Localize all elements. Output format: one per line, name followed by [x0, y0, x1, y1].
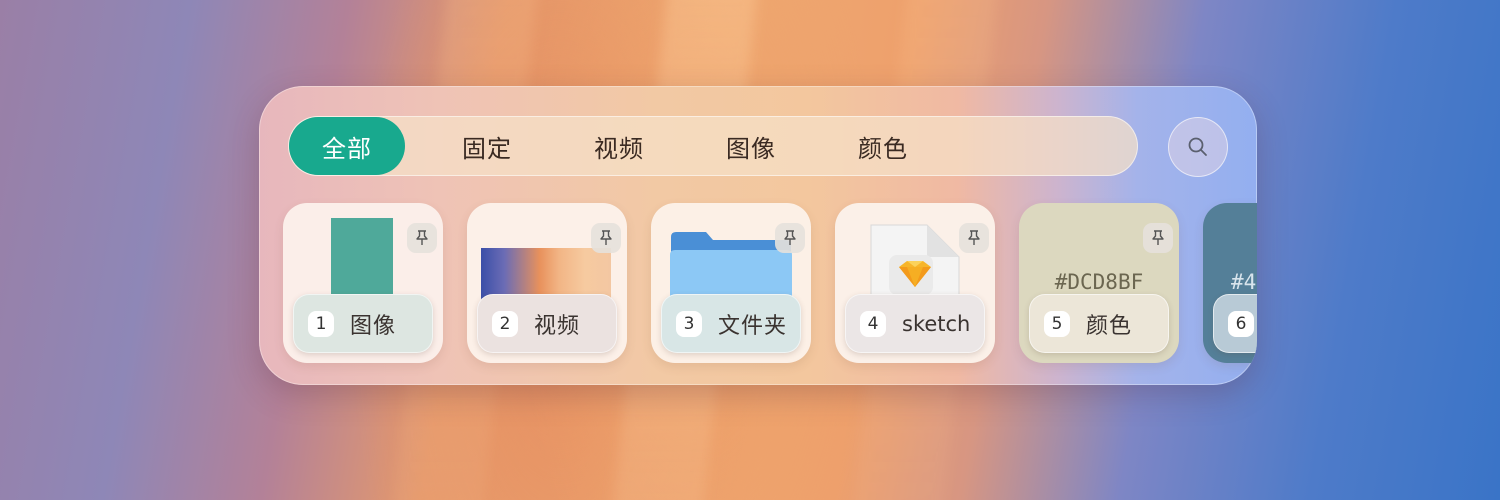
tab-color[interactable]: 颜色: [817, 117, 949, 175]
card-label: 2 视频: [477, 294, 617, 353]
clip-card-color[interactable]: #DCD8BF 5 颜色: [1019, 203, 1179, 363]
clipboard-panel: 全部 固定 视频 图像 颜色 1 图像 2 视频 3 文件夹 4 sketch …: [259, 86, 1257, 385]
clip-card-sketch-file[interactable]: 4 sketch: [835, 203, 995, 363]
color-hex-value: #4: [1231, 270, 1257, 294]
card-index-badge: 2: [492, 310, 518, 337]
tab-pinned[interactable]: 固定: [421, 117, 553, 175]
card-index-badge: 3: [676, 310, 702, 337]
card-label: 3 文件夹: [661, 294, 801, 353]
card-label-text: 图像: [350, 313, 397, 339]
color-hex-value: #DCD8BF: [1054, 270, 1144, 294]
pin-icon[interactable]: [591, 223, 621, 253]
card-label-text: 颜色: [1086, 313, 1133, 339]
tab-image[interactable]: 图像: [685, 117, 817, 175]
search-button[interactable]: [1168, 117, 1228, 177]
pin-icon[interactable]: [407, 223, 437, 253]
card-label: 1 图像: [293, 294, 433, 353]
card-label-text: 文件夹: [718, 313, 788, 339]
card-label-text: sketch: [902, 311, 971, 336]
clip-card-video[interactable]: 2 视频: [467, 203, 627, 363]
card-label: 4 sketch: [845, 294, 985, 353]
card-label-text: 视频: [534, 313, 581, 339]
pin-icon[interactable]: [1143, 223, 1173, 253]
card-label: 6: [1213, 294, 1257, 353]
clip-card-folder[interactable]: 3 文件夹: [651, 203, 811, 363]
filter-tab-bar: 全部 固定 视频 图像 颜色: [288, 116, 1138, 176]
card-index-badge: 6: [1228, 310, 1254, 337]
clip-card-color[interactable]: #4 6: [1203, 203, 1257, 363]
pin-icon[interactable]: [959, 223, 989, 253]
clip-card-image[interactable]: 1 图像: [283, 203, 443, 363]
card-index-badge: 4: [860, 310, 886, 337]
pin-icon[interactable]: [775, 223, 805, 253]
tab-video[interactable]: 视频: [553, 117, 685, 175]
search-icon: [1188, 137, 1207, 156]
card-label: 5 颜色: [1029, 294, 1169, 353]
card-index-badge: 1: [308, 310, 334, 337]
tab-all[interactable]: 全部: [289, 117, 405, 175]
card-index-badge: 5: [1044, 310, 1070, 337]
